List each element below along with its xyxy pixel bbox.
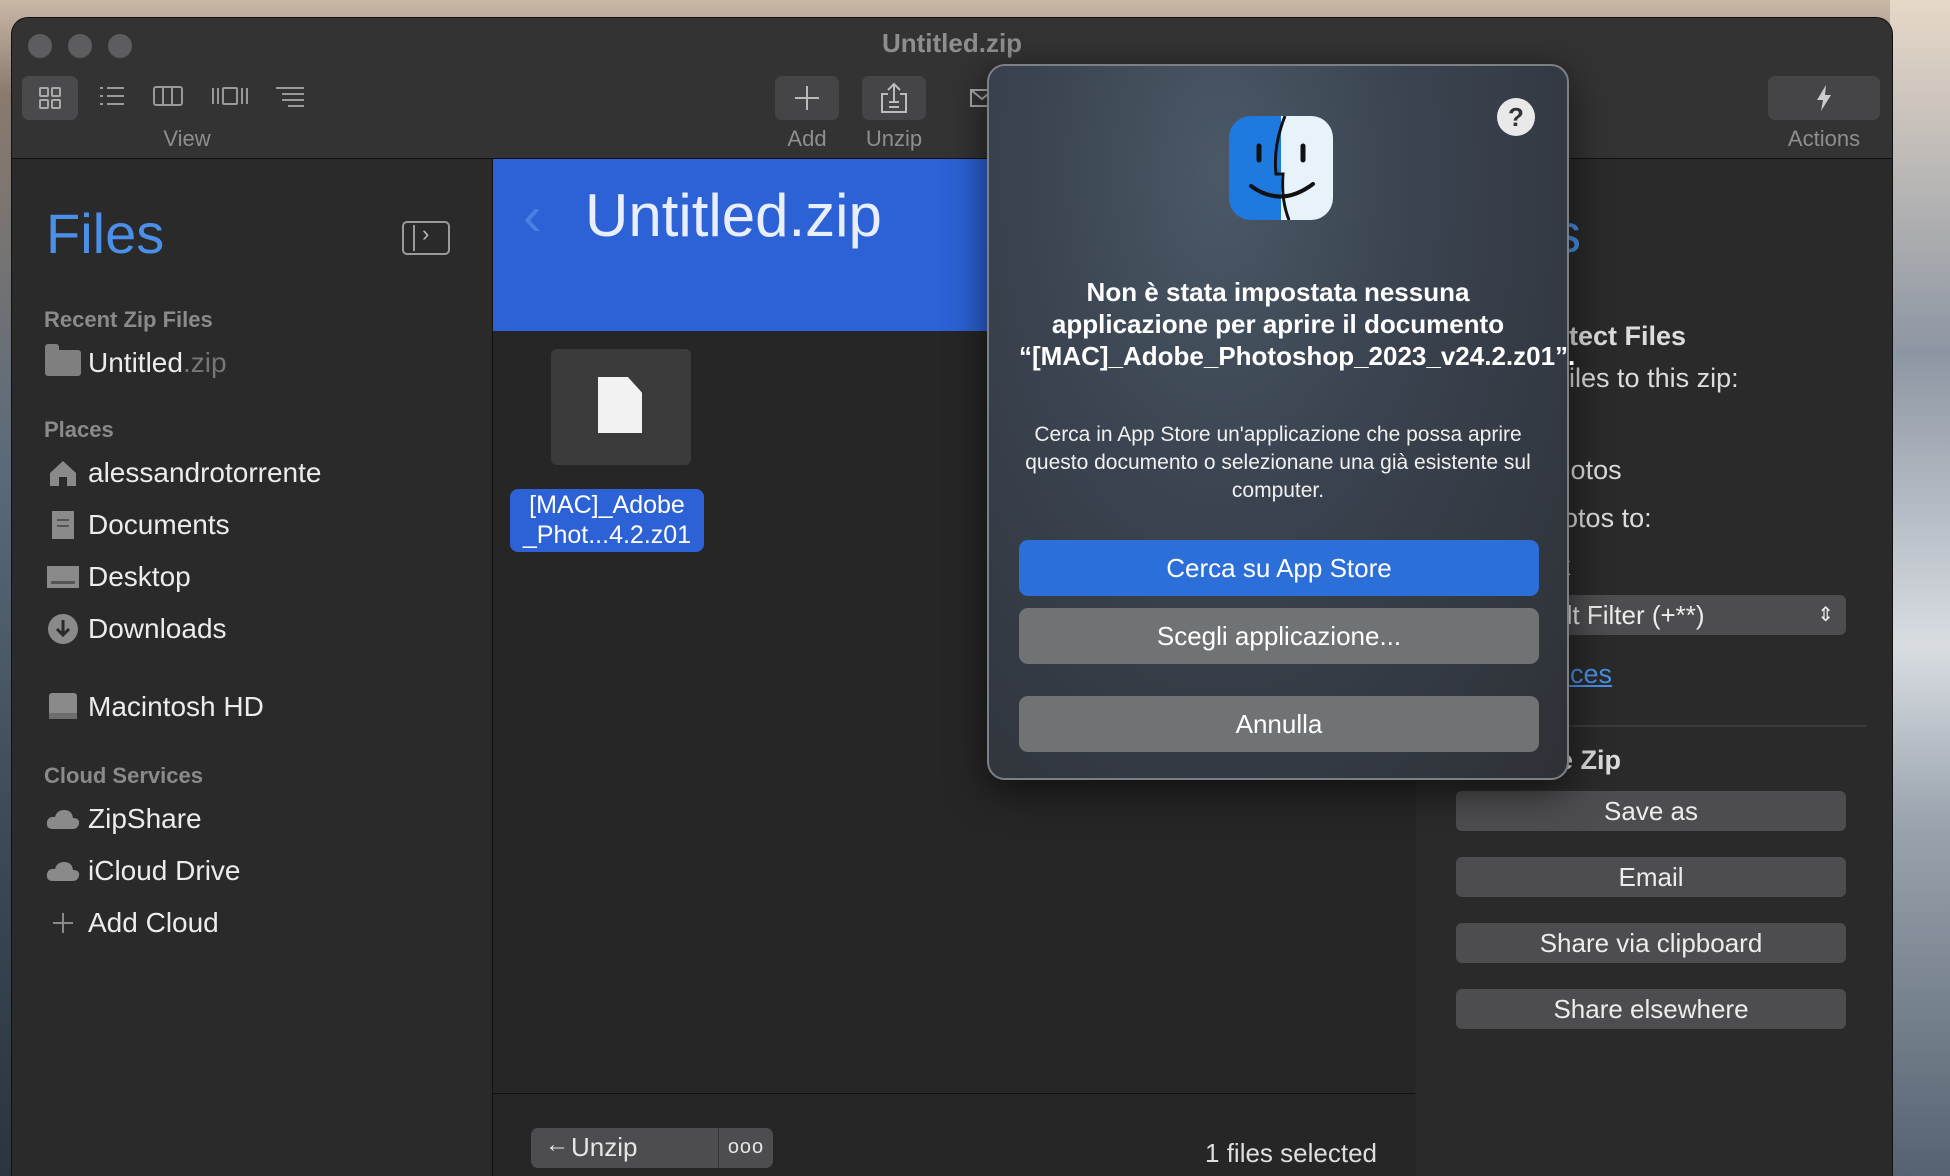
sidebar-title: Files xyxy=(46,202,165,265)
desktop-folder-icon xyxy=(44,560,82,594)
outline-view-button[interactable] xyxy=(274,84,308,112)
folder-icon xyxy=(44,344,82,380)
recent-item-ext: .zip xyxy=(182,347,227,378)
sidebar-item-label: iCloud Drive xyxy=(88,855,241,886)
actions-button[interactable] xyxy=(1768,76,1880,120)
desktop-wallpaper xyxy=(1890,0,1950,1176)
unzip-label: Unzip xyxy=(865,126,923,151)
sidebar-item-label: Macintosh HD xyxy=(88,691,264,722)
share-elsewhere-button[interactable]: Share elsewhere xyxy=(1456,989,1846,1029)
app-window: Untitled.zip View Add Unzip Actions File… xyxy=(12,18,1892,1176)
search-app-store-button[interactable]: Cerca su App Store xyxy=(1019,540,1539,596)
cloud-icon xyxy=(44,854,82,888)
finder-icon xyxy=(1229,116,1333,220)
actions-label: Actions xyxy=(1787,126,1861,151)
file-name-line2: _Phot...4.2.z01 xyxy=(522,521,692,549)
sidebar-item-home[interactable]: alessandrotorrente xyxy=(44,451,321,495)
recent-zip-heading: Recent Zip Files xyxy=(44,307,213,332)
sidebar-item-macintosh-hd[interactable]: Macintosh HD xyxy=(44,685,264,729)
cloud-services-heading: Cloud Services xyxy=(44,763,203,788)
toggle-sidebar-button[interactable]: › xyxy=(402,221,450,255)
plus-icon xyxy=(44,906,82,940)
share-clipboard-button[interactable]: Share via clipboard xyxy=(1456,923,1846,963)
more-options-button[interactable]: ooo xyxy=(718,1128,773,1168)
sidebar-item-label: Desktop xyxy=(88,561,191,592)
save-as-button[interactable]: Save as xyxy=(1456,791,1846,831)
view-label: View xyxy=(163,126,211,151)
sidebar-item-documents[interactable]: Documents xyxy=(44,503,230,547)
plus-icon xyxy=(795,86,819,110)
archive-title: Untitled.zip xyxy=(585,182,882,249)
up-down-chevron-icon: ⇕ xyxy=(1817,604,1834,626)
dialog-title: Non è stata impostata nessuna applicazio… xyxy=(1019,277,1576,371)
choose-application-button[interactable]: Scegli applicazione... xyxy=(1019,608,1539,664)
cancel-button[interactable]: Annulla xyxy=(1019,696,1539,752)
unzip-footer-label: Unzip xyxy=(571,1132,638,1162)
sidebar-item-label: Downloads xyxy=(88,613,227,644)
browser-footer: ← Unzip ooo 1 files selected xyxy=(493,1093,1415,1176)
gallery-view-button[interactable] xyxy=(210,84,250,112)
sidebar-item-desktop[interactable]: Desktop xyxy=(44,555,191,599)
sidebar-item-label: Add Cloud xyxy=(88,907,219,938)
unzip-share-icon xyxy=(881,82,907,113)
sidebar-item-label: Documents xyxy=(88,509,230,540)
sidebar-item-add-cloud[interactable]: Add Cloud xyxy=(44,901,219,945)
sidebar-item-downloads[interactable]: Downloads xyxy=(44,607,227,651)
dialog-message: Cerca in App Store un'applicazione che p… xyxy=(1025,423,1531,502)
chevron-right-icon: › xyxy=(422,221,430,246)
grid-view-button[interactable] xyxy=(22,76,78,120)
home-icon xyxy=(44,456,82,490)
file-thumbnail[interactable] xyxy=(551,349,691,465)
sidebar-item-label: ZipShare xyxy=(88,803,202,834)
downloads-icon xyxy=(44,612,82,646)
list-view-button[interactable] xyxy=(96,84,128,112)
file-name-line1: [MAC]_Adobe xyxy=(529,491,685,519)
no-application-dialog: ? Non è stata impostata nessuna applicaz… xyxy=(987,64,1576,780)
add-button[interactable] xyxy=(775,76,839,120)
grid-icon xyxy=(39,87,61,109)
lightning-icon xyxy=(1817,85,1831,111)
list-icon xyxy=(100,87,124,105)
places-heading: Places xyxy=(44,417,114,442)
arrow-left-icon: ← xyxy=(545,1131,569,1158)
sidebar-item-zipshare[interactable]: ZipShare xyxy=(44,797,202,841)
gallery-icon xyxy=(212,87,248,105)
cloud-icon xyxy=(44,802,82,836)
selection-status: 1 files selected xyxy=(1205,1138,1377,1168)
sidebar-item-icloud-drive[interactable]: iCloud Drive xyxy=(44,849,241,893)
unzip-footer-button[interactable]: ← Unzip ooo xyxy=(531,1128,773,1168)
recent-item-name: Untitled xyxy=(88,347,183,378)
add-label: Add xyxy=(787,126,827,151)
hard-drive-icon xyxy=(44,690,82,724)
sidebar: Files › Recent Zip Files Untitled .zip Pl… xyxy=(12,159,493,1176)
columns-icon xyxy=(153,86,183,106)
window-title: Untitled.zip xyxy=(881,28,1023,58)
sidebar-item-untitled-zip[interactable]: Untitled .zip xyxy=(44,341,227,385)
outline-list-icon xyxy=(276,87,304,107)
back-chevron-icon[interactable]: ‹ xyxy=(523,183,542,248)
unzip-toolbar-button[interactable] xyxy=(862,76,926,120)
documents-folder-icon xyxy=(44,508,82,542)
title-toolbar: Untitled.zip View Add Unzip Actions xyxy=(12,18,1892,159)
email-button[interactable]: Email xyxy=(1456,857,1846,897)
file-name-label[interactable]: [MAC]_Adobe _Phot...4.2.z01 xyxy=(510,489,704,552)
help-button[interactable]: ? xyxy=(1497,98,1535,136)
column-view-button[interactable] xyxy=(152,84,184,112)
document-icon xyxy=(598,377,642,433)
sidebar-item-label: alessandrotorrente xyxy=(88,457,322,488)
